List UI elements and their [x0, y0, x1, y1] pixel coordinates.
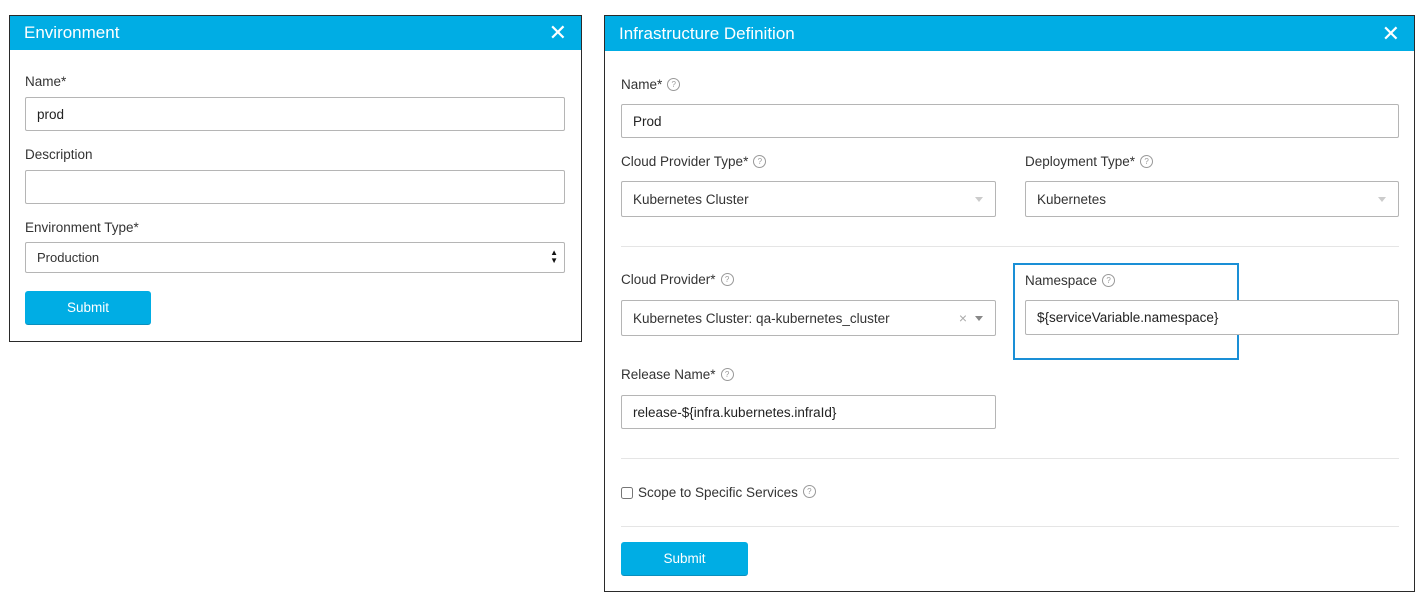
description-label: Description: [25, 147, 93, 162]
cloud-provider-select[interactable]: Kubernetes Cluster: qa-kubernetes_cluste…: [621, 300, 996, 336]
section-divider: [621, 246, 1399, 247]
scope-checkbox[interactable]: [621, 486, 633, 499]
submit-button[interactable]: Submit: [621, 542, 748, 576]
deployment-type-value: Kubernetes: [1037, 191, 1107, 207]
cloud-provider-type-value: Kubernetes Cluster: [633, 191, 749, 207]
infrastructure-dialog-header: Infrastructure Definition ✕: [605, 16, 1414, 51]
section-divider: [621, 458, 1399, 459]
namespace-input[interactable]: [1025, 300, 1399, 335]
scope-label: Scope to Specific Services: [638, 485, 798, 500]
help-icon[interactable]: ?: [720, 272, 734, 286]
cloud-provider-type-label: Cloud Provider Type*?: [621, 154, 767, 169]
name-label: Name*?: [621, 77, 681, 92]
dialog-title: Environment: [24, 23, 120, 42]
help-icon[interactable]: ?: [753, 154, 767, 168]
close-icon[interactable]: ✕: [549, 22, 567, 44]
environment-type-select[interactable]: Production ▲ ▼: [25, 242, 565, 273]
release-name-label: Release Name*?: [621, 367, 734, 382]
environment-dialog-header: Environment ✕: [10, 16, 581, 50]
chevron-down-icon[interactable]: [975, 316, 983, 321]
namespace-label: Namespace?: [1025, 273, 1116, 288]
name-label: Name*: [25, 74, 67, 89]
dialog-title: Infrastructure Definition: [619, 23, 795, 43]
cloud-provider-label-text: Cloud Provider*: [621, 272, 716, 287]
cloud-provider-value: Kubernetes Cluster: qa-kubernetes_cluste…: [633, 310, 890, 326]
clear-icon[interactable]: ×: [959, 310, 967, 326]
help-icon[interactable]: ?: [667, 77, 681, 91]
help-icon[interactable]: ?: [1140, 154, 1154, 168]
scope-row: Scope to Specific Services ?: [621, 485, 816, 500]
deployment-type-select[interactable]: Kubernetes: [1025, 181, 1399, 217]
cloud-provider-type-select[interactable]: Kubernetes Cluster: [621, 181, 996, 217]
deployment-type-label: Deployment Type*?: [1025, 154, 1154, 169]
help-icon[interactable]: ?: [802, 485, 816, 498]
infrastructure-definition-dialog: Infrastructure Definition ✕ Name*? Cloud…: [604, 15, 1415, 592]
environment-type-value: Production: [37, 250, 100, 265]
close-icon[interactable]: ✕: [1382, 22, 1400, 45]
cloud-provider-type-label-text: Cloud Provider Type*: [621, 154, 749, 169]
cloud-provider-label: Cloud Provider*?: [621, 272, 734, 287]
section-divider: [621, 526, 1399, 527]
name-input[interactable]: [25, 97, 565, 131]
release-name-label-text: Release Name*: [621, 367, 716, 382]
chevron-down-icon: [1378, 197, 1386, 202]
namespace-label-text: Namespace: [1025, 273, 1098, 288]
name-label-text: Name*: [621, 77, 663, 92]
submit-button[interactable]: Submit: [25, 291, 151, 325]
select-arrows-icon: ▲ ▼: [550, 248, 558, 265]
help-icon[interactable]: ?: [720, 367, 734, 381]
name-input[interactable]: [621, 104, 1399, 138]
release-name-input[interactable]: [621, 395, 996, 429]
environment-type-label: Environment Type*: [25, 220, 139, 235]
environment-dialog: Environment ✕ Name* Description Environm…: [9, 15, 582, 342]
chevron-down-icon: [975, 197, 983, 202]
help-icon[interactable]: ?: [1102, 273, 1116, 287]
deployment-type-label-text: Deployment Type*: [1025, 154, 1136, 169]
description-input[interactable]: [25, 170, 565, 204]
